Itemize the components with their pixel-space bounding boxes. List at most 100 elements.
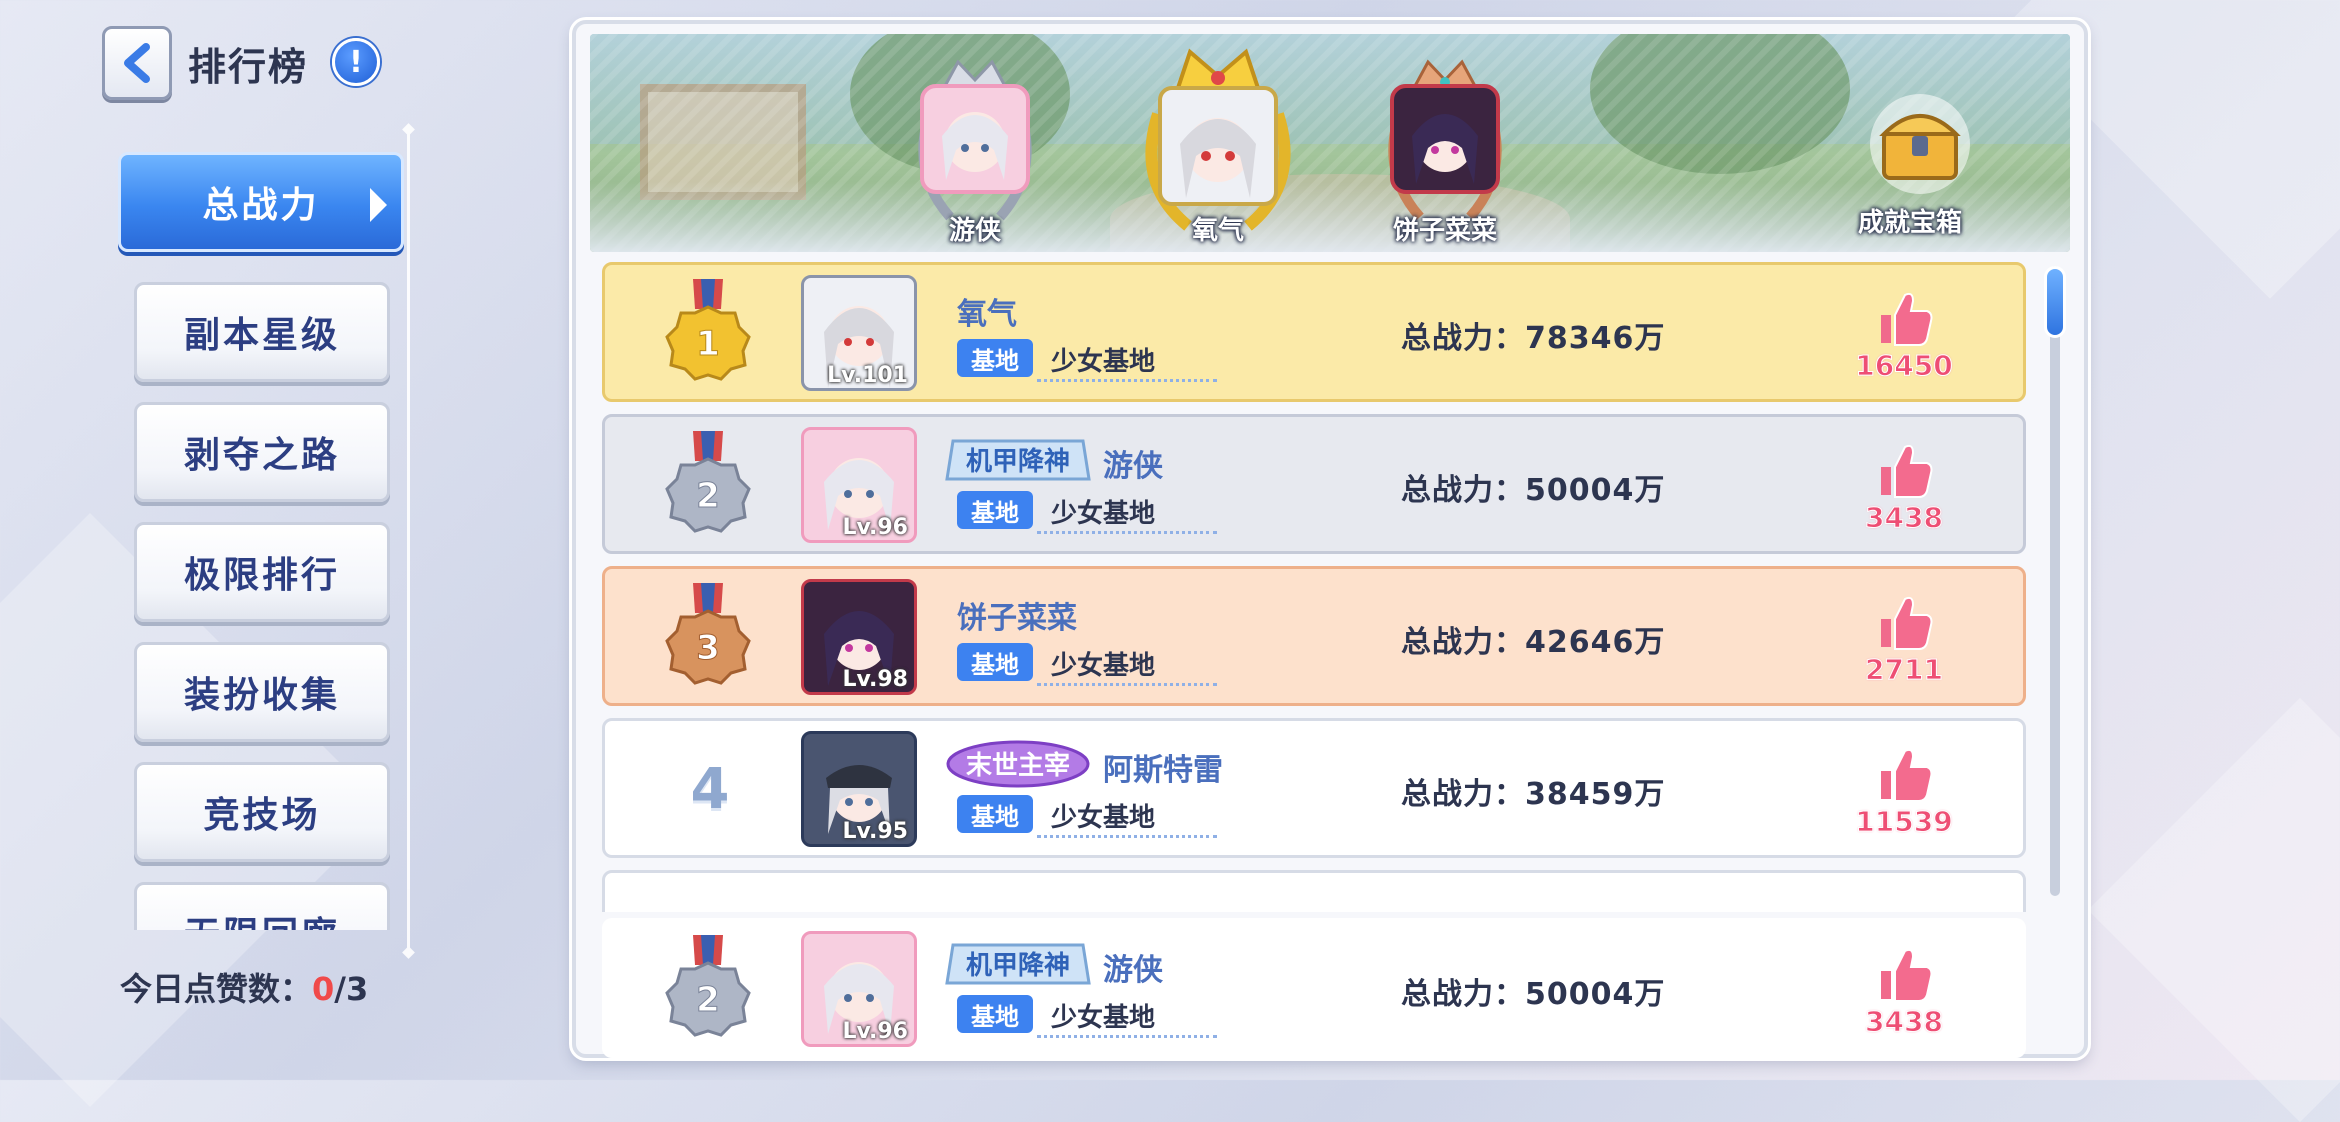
player-name: 游侠 [1103,953,1163,988]
ranking-row[interactable] [602,870,2026,912]
tab-arena[interactable]: 竞技场 [134,762,390,862]
bronze-medal-icon: 3 [665,583,751,685]
title-badge: 机甲降神 [945,439,1091,481]
rank-number: 1 [696,324,720,364]
player-level: Lv.98 [842,667,908,692]
player-avatar[interactable]: Lv.95 [801,731,917,847]
guild-name[interactable]: 少女基地 [1051,645,1155,682]
title-badge-text: 末世主宰 [966,750,1070,781]
player-name: 氧气 [957,297,1017,332]
ranking-list[interactable]: 1 Lv.101 氧气 基地 少女基地 总战力：78346万 16450 2 L… [598,262,2038,912]
list-scrollbar-track[interactable] [2050,266,2060,896]
guild-name[interactable]: 少女基地 [1051,341,1155,378]
guild-underline [1037,379,1217,382]
thumbs-up-icon[interactable] [1873,439,1935,501]
tab-infinite-corridor[interactable]: 无限回廊 [134,882,390,930]
guild-name[interactable]: 少女基地 [1051,493,1155,530]
daily-likes-counter: 今日点赞数：0/3 [120,964,368,1010]
achievement-chest-label: 成就宝箱 [1857,208,1962,238]
tab-label: 剥夺之路 [183,435,340,476]
tab-total-power[interactable]: 总战力 [118,152,404,252]
ranking-panel: 游侠 氧气 饼子菜菜 成就宝箱 1 Lv.101 氧气 基地 少女基地 总战力：… [572,20,2088,1058]
daily-likes-total: /3 [334,970,369,1008]
treasure-chest-icon[interactable] [1858,92,1982,202]
daily-likes-used: 0 [312,970,335,1008]
guild-tag: 基地 [957,643,1033,681]
my-rank-row[interactable]: 2 Lv.96 机甲降神 游侠 基地 少女基地 总战力：50004万 3438 [598,918,2038,1058]
power-value: 总战力：50004万 [1401,977,1666,1012]
avatar-second [920,84,1030,194]
info-icon[interactable]: ! [332,38,380,86]
arrow-right-icon [370,188,387,222]
power-value: 总战力：42646万 [1401,625,1666,660]
player-avatar[interactable]: Lv.101 [801,275,917,391]
my-ranking-row[interactable]: 2 Lv.96 机甲降神 游侠 基地 少女基地 总战力：50004万 3438 [602,918,2026,1058]
tab-label: 总战力 [202,185,320,226]
ranking-row[interactable]: 2 Lv.96 机甲降神 游侠 基地 少女基地 总战力：50004万 3438 [602,414,2026,554]
guild-tag: 基地 [957,995,1033,1033]
tab-label: 极限排行 [183,555,340,596]
like-count: 2711 [1865,653,1944,687]
podium-first-name: 氧气 [1191,216,1244,246]
guild-name[interactable]: 少女基地 [1051,997,1155,1034]
ranking-row[interactable]: 3 Lv.98 饼子菜菜 基地 少女基地 总战力：42646万 2711 [602,566,2026,706]
tab-outfit-collection[interactable]: 装扮收集 [134,642,390,742]
guild-tag: 基地 [957,339,1033,377]
podium-third[interactable] [1390,84,1500,198]
list-scrollbar-thumb[interactable] [2044,266,2066,338]
ranking-row[interactable]: 1 Lv.101 氧气 基地 少女基地 总战力：78346万 16450 [602,262,2026,402]
guild-underline [1037,835,1217,838]
player-name: 游侠 [1103,449,1163,484]
chevron-left-icon [124,43,150,83]
title-badge: 末世主宰 [946,740,1090,788]
tab-label: 副本星级 [183,315,340,356]
player-level: Lv.96 [842,1019,908,1044]
page-title: 排行榜 [188,45,309,89]
gold-medal-icon: 1 [665,279,751,381]
ranking-row[interactable]: 4 Lv.95 末世主宰 阿斯特雷 基地 少女基地 总战力：38459万 115… [602,718,2026,858]
player-avatar[interactable]: Lv.96 [801,931,917,1047]
guild-underline [1037,531,1217,534]
player-level: Lv.96 [842,515,908,540]
thumbs-up-icon[interactable] [1873,743,1935,805]
podium-first[interactable] [1158,86,1278,210]
thumbs-up-icon[interactable] [1873,943,1935,1005]
thumbs-up-icon[interactable] [1873,287,1935,349]
title-badge-text: 机甲降神 [966,951,1070,981]
tab-label: 竞技场 [203,795,321,836]
like-count: 3438 [1865,1005,1944,1039]
guild-tag: 基地 [957,795,1033,833]
like-count: 16450 [1855,349,1953,383]
player-name: 阿斯特雷 [1103,753,1223,788]
back-button[interactable] [102,26,172,100]
tab-plunder-road[interactable]: 剥夺之路 [134,402,390,502]
silver-medal-icon: 2 [665,431,751,533]
podium-third-name: 饼子菜菜 [1392,216,1497,246]
title-badge-text: 机甲降神 [966,447,1070,477]
rank-number: 2 [696,980,720,1020]
tab-extreme-ranking[interactable]: 极限排行 [134,522,390,622]
player-avatar[interactable]: Lv.96 [801,427,917,543]
guild-tag: 基地 [957,491,1033,529]
rank-number: 2 [696,476,720,516]
tab-label: 装扮收集 [183,675,340,716]
avatar-third [1390,84,1500,194]
podium-second[interactable] [920,84,1030,198]
guild-underline [1037,683,1217,686]
player-avatar[interactable]: Lv.98 [801,579,917,695]
avatar-first [1158,86,1278,206]
silver-medal-icon: 2 [665,935,751,1037]
power-value: 总战力：78346万 [1401,321,1666,356]
background-shape [2087,697,2340,1122]
power-value: 总战力：50004万 [1401,473,1666,508]
tab-label: 无限回廊 [184,906,340,930]
daily-likes-label: 今日点赞数： [120,970,313,1008]
player-level: Lv.95 [842,819,908,844]
like-count: 11539 [1855,805,1953,839]
player-level: Lv.101 [827,363,908,388]
tab-dungeon-stars[interactable]: 副本星级 [134,282,390,382]
rank-number: 4 [690,757,730,822]
title-badge: 机甲降神 [945,943,1091,985]
thumbs-up-icon[interactable] [1873,591,1935,653]
guild-name[interactable]: 少女基地 [1051,797,1155,834]
